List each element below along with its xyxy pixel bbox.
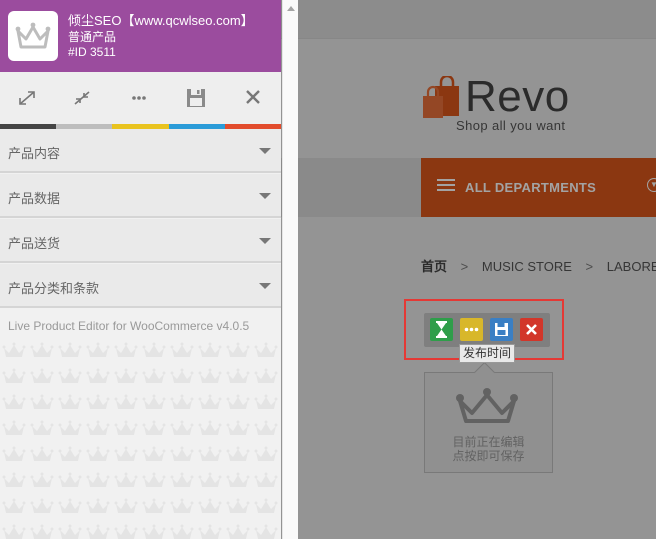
caret-down-icon [259,193,271,199]
product-editor-panel: 倾尘SEO【www.qcwlseo.com】 普通产品 #ID 3511 产品内… [0,0,281,539]
section-product-shipping[interactable]: 产品送货 [0,219,281,263]
more-icon [132,96,146,100]
product-title: 倾尘SEO【www.qcwlseo.com】 [68,13,254,28]
version-text: Live Product Editor for WooCommerce v4.0… [8,319,250,333]
more-options-button[interactable] [460,318,483,341]
close-button[interactable] [239,86,267,110]
more-icon [464,327,479,332]
panel-header: 倾尘SEO【www.qcwlseo.com】 普通产品 #ID 3511 [0,0,281,72]
scroll-up-arrow-icon[interactable] [287,6,295,11]
section-label: 产品分类和条款 [8,281,100,296]
save-icon [495,323,508,336]
inline-edit-toolbar [424,313,550,347]
collapse-button[interactable] [68,86,96,110]
caret-down-icon [259,238,271,244]
schedule-button[interactable] [430,318,453,341]
section-label: 产品内容 [8,146,61,161]
product-id: #ID 3511 [68,45,116,59]
expand-icon [19,91,35,105]
page-dim-overlay [281,0,656,539]
save-button[interactable] [490,318,513,341]
section-product-data[interactable]: 产品数据 [0,174,281,218]
section-label: 产品送货 [8,236,61,251]
caret-down-icon [259,283,271,289]
crown-icon [15,22,51,49]
section-label: 产品数据 [8,191,61,206]
save-button[interactable] [182,86,210,110]
crown-pattern-background [0,338,281,539]
more-button[interactable] [125,86,153,110]
close-icon [526,324,537,335]
tooltip: 发布时间 [459,344,516,363]
caret-down-icon [259,148,271,154]
panel-scrollbar[interactable] [282,0,298,539]
close-icon [246,90,260,104]
panel-toolbar [0,72,281,124]
save-icon [187,89,205,107]
close-button[interactable] [520,318,543,341]
product-avatar [8,11,58,61]
expand-button[interactable] [13,86,41,110]
hourglass-icon [436,321,447,338]
section-product-categories[interactable]: 产品分类和条款 [0,264,281,308]
section-product-content[interactable]: 产品内容 [0,129,281,173]
product-type: 普通产品 [68,30,117,44]
collapse-icon [74,91,90,105]
